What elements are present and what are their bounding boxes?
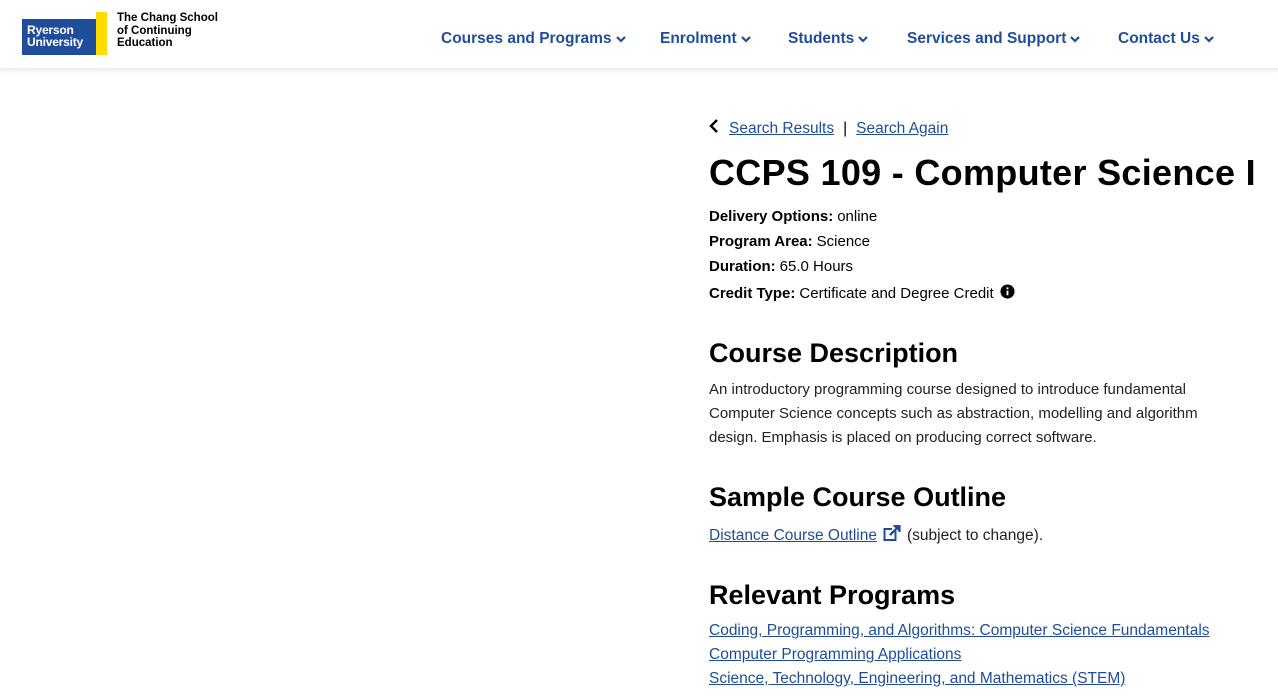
program-link[interactable]: Science, Technology, Engineering, and Ma… (709, 670, 1125, 688)
delivery-options-value: online (837, 208, 878, 225)
school-name-line3: Education (117, 37, 173, 49)
nav-label: Enrolment (660, 30, 737, 47)
duration-value: 65.0 Hours (779, 258, 854, 275)
school-name: The Chang School of Continuing Education (117, 12, 237, 50)
credit-type-value: Certificate and Degree Credit (799, 285, 994, 302)
nav-contact-us[interactable]: Contact Us (1118, 30, 1214, 48)
nav-courses-and-programs[interactable]: Courses and Programs (441, 30, 626, 48)
nav-label: Contact Us (1118, 30, 1200, 47)
course-description-text: An introductory programming course desig… (709, 381, 1198, 446)
chevron-down-icon (1070, 30, 1081, 48)
nav-label: Students (788, 30, 855, 47)
duration-label: Duration: (709, 258, 776, 275)
delivery-options-label: Delivery Options: (709, 208, 834, 225)
nav-services-and-support[interactable]: Services and Support (907, 30, 1081, 48)
breadcrumb: Search Results | Search Again (709, 119, 948, 138)
program-area-label: Program Area: (709, 233, 813, 250)
program-link[interactable]: Computer Programming Applications (709, 646, 961, 664)
nav-label: Courses and Programs (441, 30, 612, 47)
relevant-programs-heading: Relevant Programs (709, 580, 956, 610)
nav-enrolment[interactable]: Enrolment (660, 30, 751, 48)
search-results-link[interactable]: Search Results (729, 120, 834, 138)
program-link[interactable]: Coding, Programming, and Algorithms: Com… (709, 622, 1210, 640)
credit-type-row: Credit Type: Certificate and Degree Cred… (709, 284, 1015, 303)
program-area-row: Program Area: Science (709, 233, 870, 250)
university-logo-box: Ryerson University (22, 19, 96, 55)
nav-label: Services and Support (907, 30, 1067, 47)
site-header: Ryerson University The Chang School of C… (0, 0, 1278, 69)
school-name-line1: The Chang School (117, 12, 218, 24)
page-title: CCPS 109 - Computer Science I (709, 152, 1256, 193)
nav-students[interactable]: Students (788, 30, 869, 48)
sample-outline-heading: Sample Course Outline (709, 482, 1007, 512)
university-name-line2: University (27, 35, 84, 49)
chevron-down-icon (1204, 30, 1214, 48)
course-description-heading: Course Description (709, 338, 959, 368)
duration-row: Duration: 65.0 Hours (709, 258, 853, 275)
breadcrumb-separator: | (843, 119, 848, 137)
credit-type-label: Credit Type: (709, 285, 796, 302)
program-area-value: Science (816, 233, 871, 250)
search-again-link[interactable]: Search Again (856, 120, 948, 138)
outline-suffix: (subject to change). (907, 527, 1044, 544)
sample-outline-row: Distance Course Outline (subject to chan… (709, 524, 1044, 547)
distance-course-outline-link[interactable]: Distance Course Outline (709, 527, 877, 545)
chevron-down-icon (740, 30, 751, 48)
logo-yellow-bar (96, 12, 107, 55)
chevron-down-icon (858, 30, 869, 48)
delivery-options-row: Delivery Options: online (709, 208, 877, 225)
chevron-down-icon (615, 30, 626, 48)
school-name-line2: of Continuing (117, 24, 192, 37)
chevron-left-icon[interactable] (709, 119, 719, 138)
external-link-icon[interactable] (883, 524, 901, 547)
info-icon[interactable] (1000, 284, 1015, 303)
